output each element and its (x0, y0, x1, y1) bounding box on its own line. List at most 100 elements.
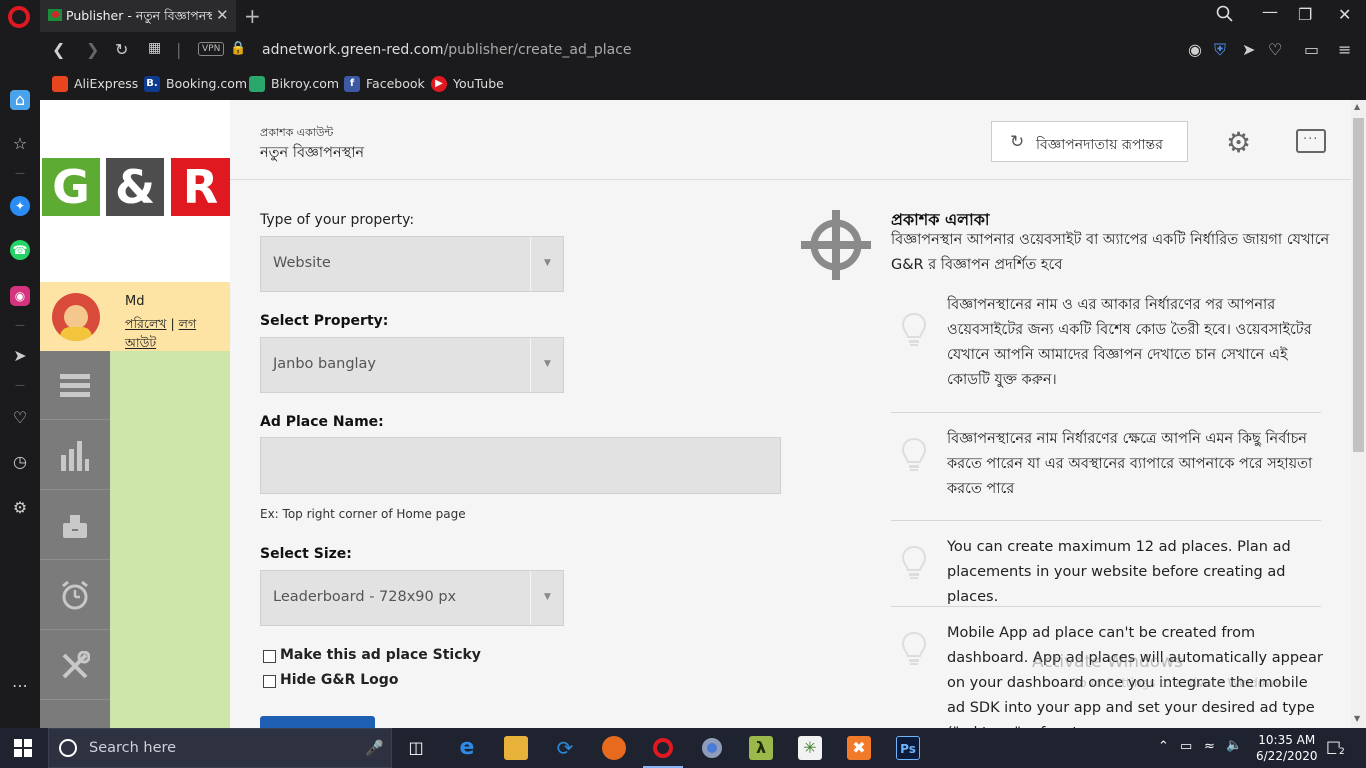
clock[interactable]: 10:35 AM 6/22/2020 (1256, 732, 1318, 764)
bookmark-aliexpress[interactable]: AliExpress (52, 75, 138, 92)
bookmark-facebook[interactable]: f Facebook (344, 75, 425, 92)
crosshair-icon (801, 210, 871, 280)
wallet-icon[interactable] (40, 491, 110, 560)
history-icon[interactable]: ◷ (10, 452, 30, 472)
task-view-icon[interactable]: ◫ (404, 736, 428, 760)
heart-icon[interactable]: ♡ (1268, 40, 1282, 59)
menu-icon[interactable] (40, 351, 110, 420)
opera-logo-icon[interactable] (8, 6, 30, 28)
restore-button[interactable]: ❐ (1298, 5, 1312, 24)
info-tip: বিজ্ঞাপনস্থানের নাম ও এর আকার নির্ধারণের… (891, 290, 1321, 412)
avatar[interactable] (52, 293, 100, 341)
clock-time: 10:35 AM (1258, 733, 1316, 747)
edge-icon[interactable]: e (455, 736, 479, 760)
property-type-select[interactable]: Website ▼ (260, 236, 564, 292)
alarm-icon[interactable] (40, 561, 110, 630)
lightbulb-icon (901, 631, 927, 665)
scroll-down-icon[interactable]: ▼ (1354, 714, 1360, 723)
ad-place-name-input[interactable] (260, 437, 781, 494)
profile-link[interactable]: পরিলেখ (125, 316, 166, 331)
gear-icon[interactable]: ⚙ (1226, 126, 1251, 159)
bookmarks-bar: AliExpress B. Booking.com Bikroy.com f Fac… (40, 68, 1366, 100)
tray-chevron-icon[interactable]: ⌃ (1158, 739, 1169, 754)
more-icon[interactable]: ⋯ (10, 676, 30, 696)
select-size-select[interactable]: Leaderboard - 728x90 px ▼ (260, 570, 564, 626)
hide-logo-checkbox[interactable] (263, 675, 276, 688)
taskbar-search[interactable]: Search here 🎤 (48, 728, 392, 768)
adblock-shield-icon[interactable]: ⛨ (1214, 40, 1226, 60)
volume-icon[interactable]: 🔈 (1226, 738, 1242, 753)
youtube-icon: ▶ (431, 75, 447, 92)
submit-button[interactable] (260, 716, 375, 728)
sticky-label[interactable]: Make this ad place Sticky (280, 647, 481, 663)
favorites-icon[interactable]: ♡ (10, 408, 30, 428)
address-divider: | (176, 40, 182, 59)
tabs-grid-icon[interactable]: ▦ (148, 40, 161, 56)
settings-icon[interactable]: ⚙ (10, 498, 30, 518)
reload-icon[interactable]: ↻ (115, 40, 128, 59)
vpn-badge[interactable]: VPN (198, 42, 225, 56)
messenger-icon[interactable]: ✦ (10, 196, 30, 216)
battery-icon[interactable]: ▭ (1304, 40, 1319, 59)
wifi-icon[interactable]: ≈ (1204, 739, 1215, 754)
logo-letter-amp: & (106, 158, 164, 216)
breadcrumb: প্রকাশক একাউন্ট (260, 126, 334, 139)
xampp-icon[interactable]: ✖ (847, 736, 871, 760)
send-icon[interactable]: ➤ (1242, 40, 1255, 59)
network-icon[interactable]: ▭ (1180, 739, 1192, 754)
scrollbar-thumb[interactable] (1353, 118, 1364, 452)
photoshop-icon[interactable]: Ps (896, 736, 920, 760)
facebook-icon: f (344, 75, 360, 92)
ad-place-name-label: Ad Place Name: (260, 414, 384, 430)
easy-setup-icon[interactable]: ≡ (1338, 40, 1351, 59)
microphone-icon[interactable]: 🎤 (365, 739, 384, 757)
speed-dial-icon[interactable]: ⌂ (10, 90, 30, 110)
select-property-select[interactable]: Janbo banglay ▼ (260, 337, 564, 393)
sidebar-divider-2: — (15, 320, 25, 331)
tab-close-button[interactable]: ✕ (216, 6, 229, 24)
tab-title: Publisher - নতুন বিজ্ঞাপনস্থ (66, 8, 212, 23)
select-separator (530, 338, 531, 392)
select-property-label: Select Property: (260, 313, 389, 329)
bookmark-youtube[interactable]: ▶ YouTube (431, 75, 504, 92)
back-icon[interactable]: ❮ (52, 40, 65, 59)
bookmark-booking[interactable]: B. Booking.com (144, 75, 247, 92)
snip-tool-icon[interactable]: ✳ (798, 736, 822, 760)
windows-start-icon[interactable] (14, 739, 32, 757)
chat-icon[interactable] (1296, 129, 1326, 153)
bookmarks-icon[interactable]: ☆ (10, 134, 30, 154)
tools-icon[interactable] (40, 631, 110, 700)
camera-icon[interactable]: ◉ (1188, 40, 1202, 59)
switch-to-advertiser-button[interactable]: ↻ বিজ্ঞাপনদাতায় রূপান্তর (991, 121, 1188, 162)
flow-icon[interactable]: ➤ (10, 346, 30, 366)
whatsapp-icon[interactable]: ☎ (10, 240, 30, 260)
lightbulb-icon (901, 545, 927, 579)
activate-windows-watermark: Activate Windows (1032, 652, 1183, 672)
instagram-icon[interactable]: ◉ (10, 286, 30, 306)
new-tab-button[interactable]: + (244, 4, 261, 28)
browser-tab[interactable]: Publisher - নতুন বিজ্ঞাপনস্থ ✕ (40, 0, 236, 32)
switch-label: বিজ্ঞাপনদাতায় রূপান্তর (1036, 137, 1163, 153)
caret-down-icon: ▼ (544, 359, 551, 369)
sidebar-divider: — (15, 168, 25, 179)
sticky-checkbox[interactable] (263, 650, 276, 663)
chart-icon[interactable] (40, 421, 110, 490)
opera-taskbar-icon[interactable] (643, 736, 683, 768)
file-explorer-icon[interactable] (504, 736, 528, 760)
refresh-icon: ↻ (1010, 132, 1025, 152)
forward-icon[interactable]: ❯ (86, 40, 99, 59)
close-window-button[interactable]: ✕ (1338, 5, 1351, 24)
lambda-app-icon[interactable]: λ (749, 736, 773, 760)
bookmark-bikroy[interactable]: Bikroy.com (249, 75, 339, 92)
hide-logo-label[interactable]: Hide G&R Logo (280, 672, 398, 688)
chrome-icon[interactable] (700, 736, 724, 760)
minimize-button[interactable]: — (1262, 2, 1278, 21)
site-logo[interactable]: G & R (40, 100, 230, 282)
user-links-divider: | (170, 316, 175, 331)
search-tabs-icon[interactable] (1216, 5, 1234, 27)
lock-icon[interactable]: 🔒 (230, 41, 246, 56)
scroll-up-icon[interactable]: ▲ (1354, 102, 1360, 111)
vscode-icon[interactable]: ⟳ (553, 736, 577, 760)
firefox-icon[interactable] (602, 736, 626, 760)
url-field[interactable]: adnetwork.green-red.com/publisher/create… (262, 42, 632, 58)
